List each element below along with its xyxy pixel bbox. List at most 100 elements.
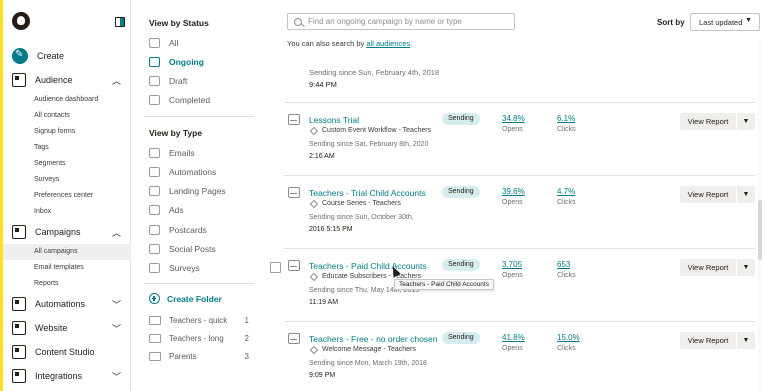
sidebar-section-automations[interactable]: Automations ﹀ [3, 293, 131, 315]
type-ads[interactable]: Ads [149, 205, 184, 215]
create-folder-button[interactable]: Create Folder [149, 293, 222, 304]
type-label: Ads [169, 205, 184, 215]
view-report-button[interactable]: View Report [680, 113, 736, 130]
divider [144, 116, 254, 117]
create-folder-label: Create Folder [167, 293, 222, 304]
clicks-label: Clicks [557, 272, 576, 279]
sidebar-section-label: Integrations [35, 371, 83, 381]
clicks-value[interactable]: 4.7% [557, 187, 575, 196]
campaign-name-link[interactable]: Teachers - Paid Child Accounts [309, 261, 427, 271]
folder-item[interactable]: Teachers - long 2 [149, 334, 249, 343]
sidebar-item-email-templates[interactable]: Email templates [34, 264, 84, 271]
sidebar-section-campaigns[interactable]: Campaigns ︿ [3, 221, 131, 243]
type-social-posts[interactable]: Social Posts [149, 244, 216, 254]
divider [144, 283, 254, 284]
automations-icon [12, 297, 26, 311]
campaign-since: Sending since Mon, March 19th, 2018 [309, 360, 427, 367]
postcard-icon [149, 225, 160, 235]
sidebar-item-audience-dashboard[interactable]: Audience dashboard [34, 96, 98, 103]
opens-label: Opens [502, 126, 523, 133]
automation-type-icon [309, 345, 319, 354]
type-postcards[interactable]: Postcards [149, 225, 207, 235]
content-studio-icon [12, 345, 26, 359]
sort-select[interactable]: Last updated ▼ [690, 13, 760, 31]
opens-value[interactable]: 3,705 [502, 260, 522, 269]
type-landing-pages[interactable]: Landing Pages [149, 186, 226, 196]
status-completed[interactable]: Completed [149, 95, 210, 105]
automation-type-icon [309, 272, 319, 281]
view-report-button[interactable]: View Report [680, 332, 736, 349]
clicks-value[interactable]: 653 [557, 260, 570, 269]
campaign-type: Custom Event Workflow - Teachers [309, 126, 431, 135]
email-icon [149, 148, 160, 158]
partial-row-time: 9:44 PM [309, 80, 337, 89]
status-ongoing[interactable]: Ongoing [149, 57, 204, 67]
report-options-button[interactable]: ▼ [737, 259, 755, 276]
sidebar-item-signup-forms[interactable]: Signup forms [34, 128, 75, 135]
opens-value[interactable]: 41.8% [502, 333, 525, 342]
sidebar-section-integrations[interactable]: Integrations ﹀ [3, 365, 131, 387]
sidebar-item-all-campaigns[interactable]: All campaigns [3, 244, 131, 260]
view-report-button[interactable]: View Report [680, 186, 736, 203]
sidebar-section-website[interactable]: Website ﹀ [3, 317, 131, 339]
report-options-button[interactable]: ▼ [737, 332, 755, 349]
sidebar-item-all-contacts[interactable]: All contacts [34, 112, 70, 119]
search-box [287, 13, 515, 30]
type-heading: View by Type [149, 128, 203, 138]
chevron-down-icon: ﹀ [111, 300, 121, 310]
type-label: Postcards [169, 225, 207, 235]
ongoing-icon [149, 57, 160, 67]
campaign-type: Welcome Message - Teachers [309, 345, 416, 354]
folder-item[interactable]: Parents 3 [149, 352, 249, 361]
clicks-value[interactable]: 6.1% [557, 114, 575, 123]
chevron-down-icon: ▼ [742, 191, 750, 198]
campaign-name-link[interactable]: Lessons Trial [309, 115, 359, 125]
report-options-button[interactable]: ▼ [737, 113, 755, 130]
status-badge: Sending [442, 113, 480, 125]
chevron-up-icon: ︿ [111, 76, 121, 86]
campaign-checkbox[interactable] [270, 262, 281, 273]
opens-value[interactable]: 34.8% [502, 114, 525, 123]
sort-label: Sort by [657, 18, 685, 27]
status-draft[interactable]: Draft [149, 76, 187, 86]
view-report-button[interactable]: View Report [680, 259, 736, 276]
folder-item[interactable]: Teachers - quick 1 [149, 316, 249, 325]
clicks-label: Clicks [557, 199, 576, 206]
sidebar-item-reports[interactable]: Reports [34, 280, 59, 287]
automation-type-icon [309, 126, 319, 135]
folder-name: Parents [169, 352, 197, 361]
sidebar-item-segments[interactable]: Segments [34, 160, 66, 167]
type-emails[interactable]: Emails [149, 148, 195, 158]
campaign-time: 2016 5:15 PM [309, 226, 353, 233]
sidebar-section-audience[interactable]: Audience ︿ [3, 69, 131, 91]
automation-type-icon [309, 199, 319, 208]
chevron-down-icon: ▼ [742, 118, 750, 125]
campaign-name-link[interactable]: Teachers - Trial Child Accounts [309, 188, 426, 198]
campaign-name-link[interactable]: Teachers - Free - no order chosen [309, 334, 438, 344]
draft-icon [149, 76, 160, 86]
type-automations[interactable]: Automations [149, 167, 216, 177]
all-audiences-link[interactable]: all audiences [366, 39, 410, 48]
mailchimp-logo-icon[interactable] [12, 12, 30, 30]
campaign-type-label: Course Series - Teachers [322, 200, 401, 207]
opens-value[interactable]: 39.6% [502, 187, 525, 196]
sidebar-section-label: Website [35, 323, 68, 333]
sidebar-item-inbox[interactable]: Inbox [34, 208, 51, 215]
sidebar-item-preferences-center[interactable]: Preferences center [34, 192, 93, 199]
sidebar-section-content-studio[interactable]: Content Studio [3, 341, 131, 363]
report-options-button[interactable]: ▼ [737, 186, 755, 203]
status-badge: Sending [442, 259, 480, 271]
sidebar-item-surveys[interactable]: Surveys [34, 176, 59, 183]
email-campaign-icon [288, 333, 300, 344]
create-button[interactable]: Create [3, 45, 131, 67]
clicks-value[interactable]: 15.0% [557, 333, 580, 342]
plus-circle-icon [149, 293, 160, 304]
sidebar-item-tags[interactable]: Tags [34, 144, 49, 151]
status-all[interactable]: All [149, 38, 178, 48]
scrollbar-thumb[interactable] [758, 200, 762, 260]
sidebar-section-label: Automations [35, 299, 86, 309]
type-surveys[interactable]: Surveys [149, 263, 200, 273]
type-label: Automations [169, 167, 217, 177]
search-input[interactable] [308, 17, 508, 26]
collapse-sidebar-icon[interactable] [115, 17, 125, 27]
